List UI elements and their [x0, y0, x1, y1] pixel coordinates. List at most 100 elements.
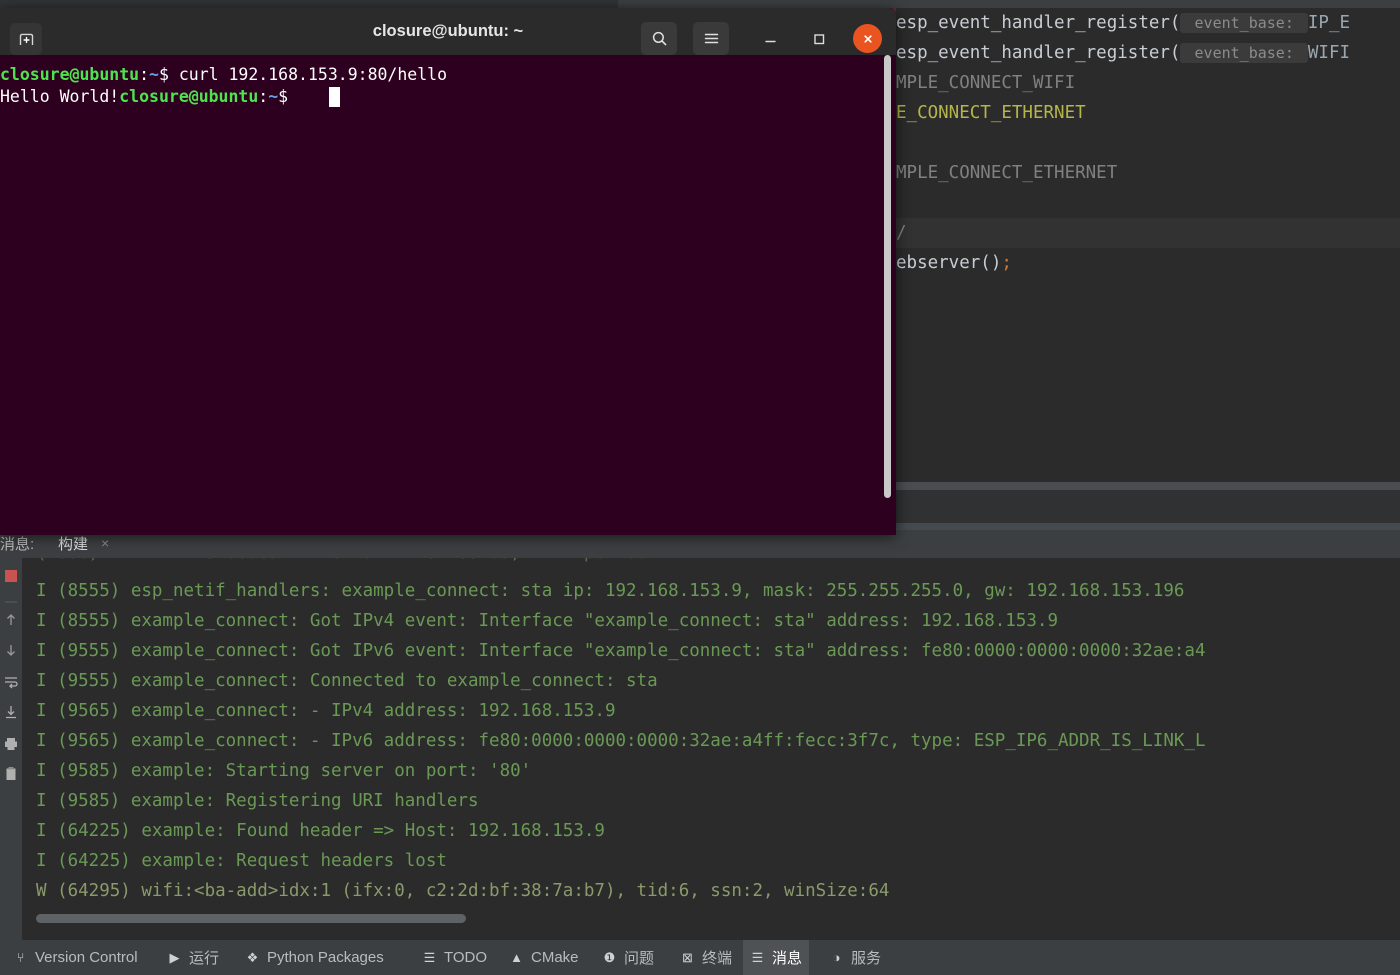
log-line-clipped: (4000) w1f1:vm -s beacon interval = 1024…: [36, 558, 689, 574]
log-line: I (64225) example: Found header => Host:…: [36, 821, 605, 841]
status-bar-item-label: 运行: [189, 950, 220, 967]
log-line: I (9585) example: Registering URI handle…: [36, 791, 479, 811]
problems-icon: ❶: [603, 949, 616, 965]
ide-top-strip-segment-right: [620, 0, 720, 8]
packages-icon: ❖: [246, 949, 259, 965]
branch-icon: ⑂: [16, 950, 25, 965]
log-line: I (8555) esp_netif_handlers: example_con…: [36, 581, 1185, 601]
code-line: E_CONNECT_ETHERNET: [896, 98, 1086, 128]
status-bar-item-label: Python Packages: [267, 949, 384, 966]
terminal-line: closure@ubuntu:~$ curl 192.168.153.9:80/…: [0, 65, 447, 85]
status-bar-item-label: TODO: [444, 949, 488, 966]
status-bar-item-messages[interactable]: ☰ 消息: [743, 940, 810, 975]
messages-icon: ☰: [751, 949, 764, 965]
status-bar-item-label: 终端: [702, 950, 733, 967]
code-line: ebserver();: [896, 248, 1012, 278]
tab-build[interactable]: 构建: [58, 533, 88, 554]
parameter-hint: event_base:: [1180, 43, 1308, 63]
code-token: IP_E: [1307, 13, 1351, 33]
terminal-cursor: [329, 87, 340, 107]
code-token: /: [896, 223, 907, 243]
divider: [3, 594, 19, 610]
close-icon[interactable]: ×: [101, 535, 109, 551]
terminal-title-bar[interactable]: closure@ubuntu: ~: [0, 8, 896, 55]
minimize-icon[interactable]: [752, 22, 788, 55]
terminal-text: :: [139, 65, 150, 84]
code-token: MPLE_CONNECT_ETHERNET: [896, 163, 1118, 183]
log-line: I (9565) example_connect: - IPv4 address…: [36, 701, 616, 721]
terminal-text: $: [278, 87, 299, 106]
log-line: I (9555) example_connect: Got IPv6 event…: [36, 641, 1206, 661]
terminal-text: :: [258, 87, 269, 106]
messages-panel-toolbar: [0, 558, 22, 940]
status-bar-item-problems[interactable]: ❶ 问题: [595, 940, 661, 975]
hamburger-icon[interactable]: [693, 22, 729, 55]
print-icon[interactable]: [3, 736, 19, 752]
terminal-text: closure@ubuntu: [119, 87, 259, 106]
code-token: WIFI: [1307, 43, 1351, 63]
close-glyph: [863, 34, 872, 43]
close-icon[interactable]: [853, 24, 882, 53]
down-arrow-icon[interactable]: [3, 642, 19, 658]
log-line: I (9555) example_connect: Connected to e…: [36, 671, 658, 691]
editor-lower-strip: [896, 490, 1400, 523]
code-token: esp_event_handler_register(: [896, 13, 1181, 33]
messages-panel-label: 消息:: [0, 536, 35, 553]
parameter-hint: event_base:: [1180, 13, 1308, 33]
code-token: E_CONNECT_ETHERNET: [896, 103, 1086, 123]
code-line: /: [896, 218, 907, 248]
ide-top-strip: [0, 0, 1400, 8]
status-bar-item-run[interactable]: ▶ 运行: [160, 940, 226, 975]
status-bar-item-packages[interactable]: ❖ Python Packages: [238, 940, 391, 975]
todo-icon: ☰: [423, 949, 436, 965]
terminal-output[interactable]: closure@ubuntu:~$ curl 192.168.153.9:80/…: [0, 55, 896, 535]
status-bar-item-branch[interactable]: ⑂ Version Control: [6, 940, 145, 975]
code-token: ebserver(): [896, 253, 1002, 273]
terminal-window[interactable]: closure@ubuntu: ~ closure@ubuntu:~$ curl…: [0, 8, 896, 535]
terminal-text: Hello World!: [0, 87, 120, 106]
status-bar-item-cmake[interactable]: ▲ CMake: [502, 940, 586, 975]
minimize-glyph: [764, 40, 776, 43]
status-bar-item-label: Version Control: [35, 949, 138, 966]
status-bar-item-label: 消息: [772, 950, 803, 967]
status-bar-item-label: 问题: [624, 950, 655, 967]
code-line: MPLE_CONNECT_ETHERNET: [896, 158, 1117, 188]
terminal-text: ~: [149, 65, 159, 84]
code-token: MPLE_CONNECT_WIFI: [896, 73, 1076, 93]
terminal-icon: ⊠: [682, 949, 693, 965]
search-icon[interactable]: [641, 22, 677, 55]
editor-current-line-highlight: [896, 218, 1400, 248]
status-bar-item-label: 服务: [851, 950, 882, 967]
scroll-end-icon[interactable]: [3, 704, 19, 720]
hamburger-glyph: [704, 33, 718, 44]
services-icon: ◑: [832, 950, 841, 965]
messages-log-output[interactable]: (4000) w1f1:vm -s beacon interval = 1024…: [22, 558, 1400, 940]
stop-icon[interactable]: [3, 568, 19, 584]
log-line: I (8555) example_connect: Got IPv4 event…: [36, 611, 1058, 631]
terminal-text: ~: [268, 87, 279, 106]
horizontal-scrollbar[interactable]: [36, 914, 466, 923]
editor-separator: [896, 482, 1400, 490]
messages-panel: 消息: 构建 × (4000) w1f1:vm -s beacon interv…: [0, 530, 1400, 940]
terminal-scrollbar[interactable]: [884, 55, 891, 498]
log-line: I (64225) example: Request headers lost: [36, 851, 447, 871]
status-bar-item-label: CMake: [531, 949, 579, 966]
terminal-line: Hello World!closure@ubuntu:~$: [0, 87, 298, 107]
status-bar-item-services[interactable]: ◑ 服务: [822, 940, 888, 975]
terminal-text: closure@ubuntu: [0, 65, 140, 84]
status-bar-item-terminal[interactable]: ⊠ 终端: [673, 940, 739, 975]
soft-wrap-icon[interactable]: [3, 674, 19, 690]
maximize-icon[interactable]: [801, 22, 837, 55]
log-line: I (9565) example_connect: - IPv6 address…: [36, 731, 1206, 751]
clipboard-icon[interactable]: [3, 766, 19, 782]
run-icon: ▶: [169, 949, 180, 965]
status-bar: ⑂ Version Control ▶ 运行 ❖ Python Packages ☰ TODO…: [0, 940, 1400, 975]
up-arrow-icon[interactable]: [3, 612, 19, 628]
code-token: esp_event_handler_register(: [896, 43, 1181, 63]
ide-top-strip-segment-left: [0, 0, 618, 8]
status-bar-item-todo[interactable]: ☰ TODO: [415, 940, 494, 975]
search-glyph: [652, 31, 666, 46]
log-line: W (64295) wifi:<ba-add>idx:1 (ifx:0, c2:…: [36, 881, 890, 901]
maximize-glyph: [814, 33, 825, 44]
log-line: I (9585) example: Starting server on por…: [36, 761, 532, 781]
